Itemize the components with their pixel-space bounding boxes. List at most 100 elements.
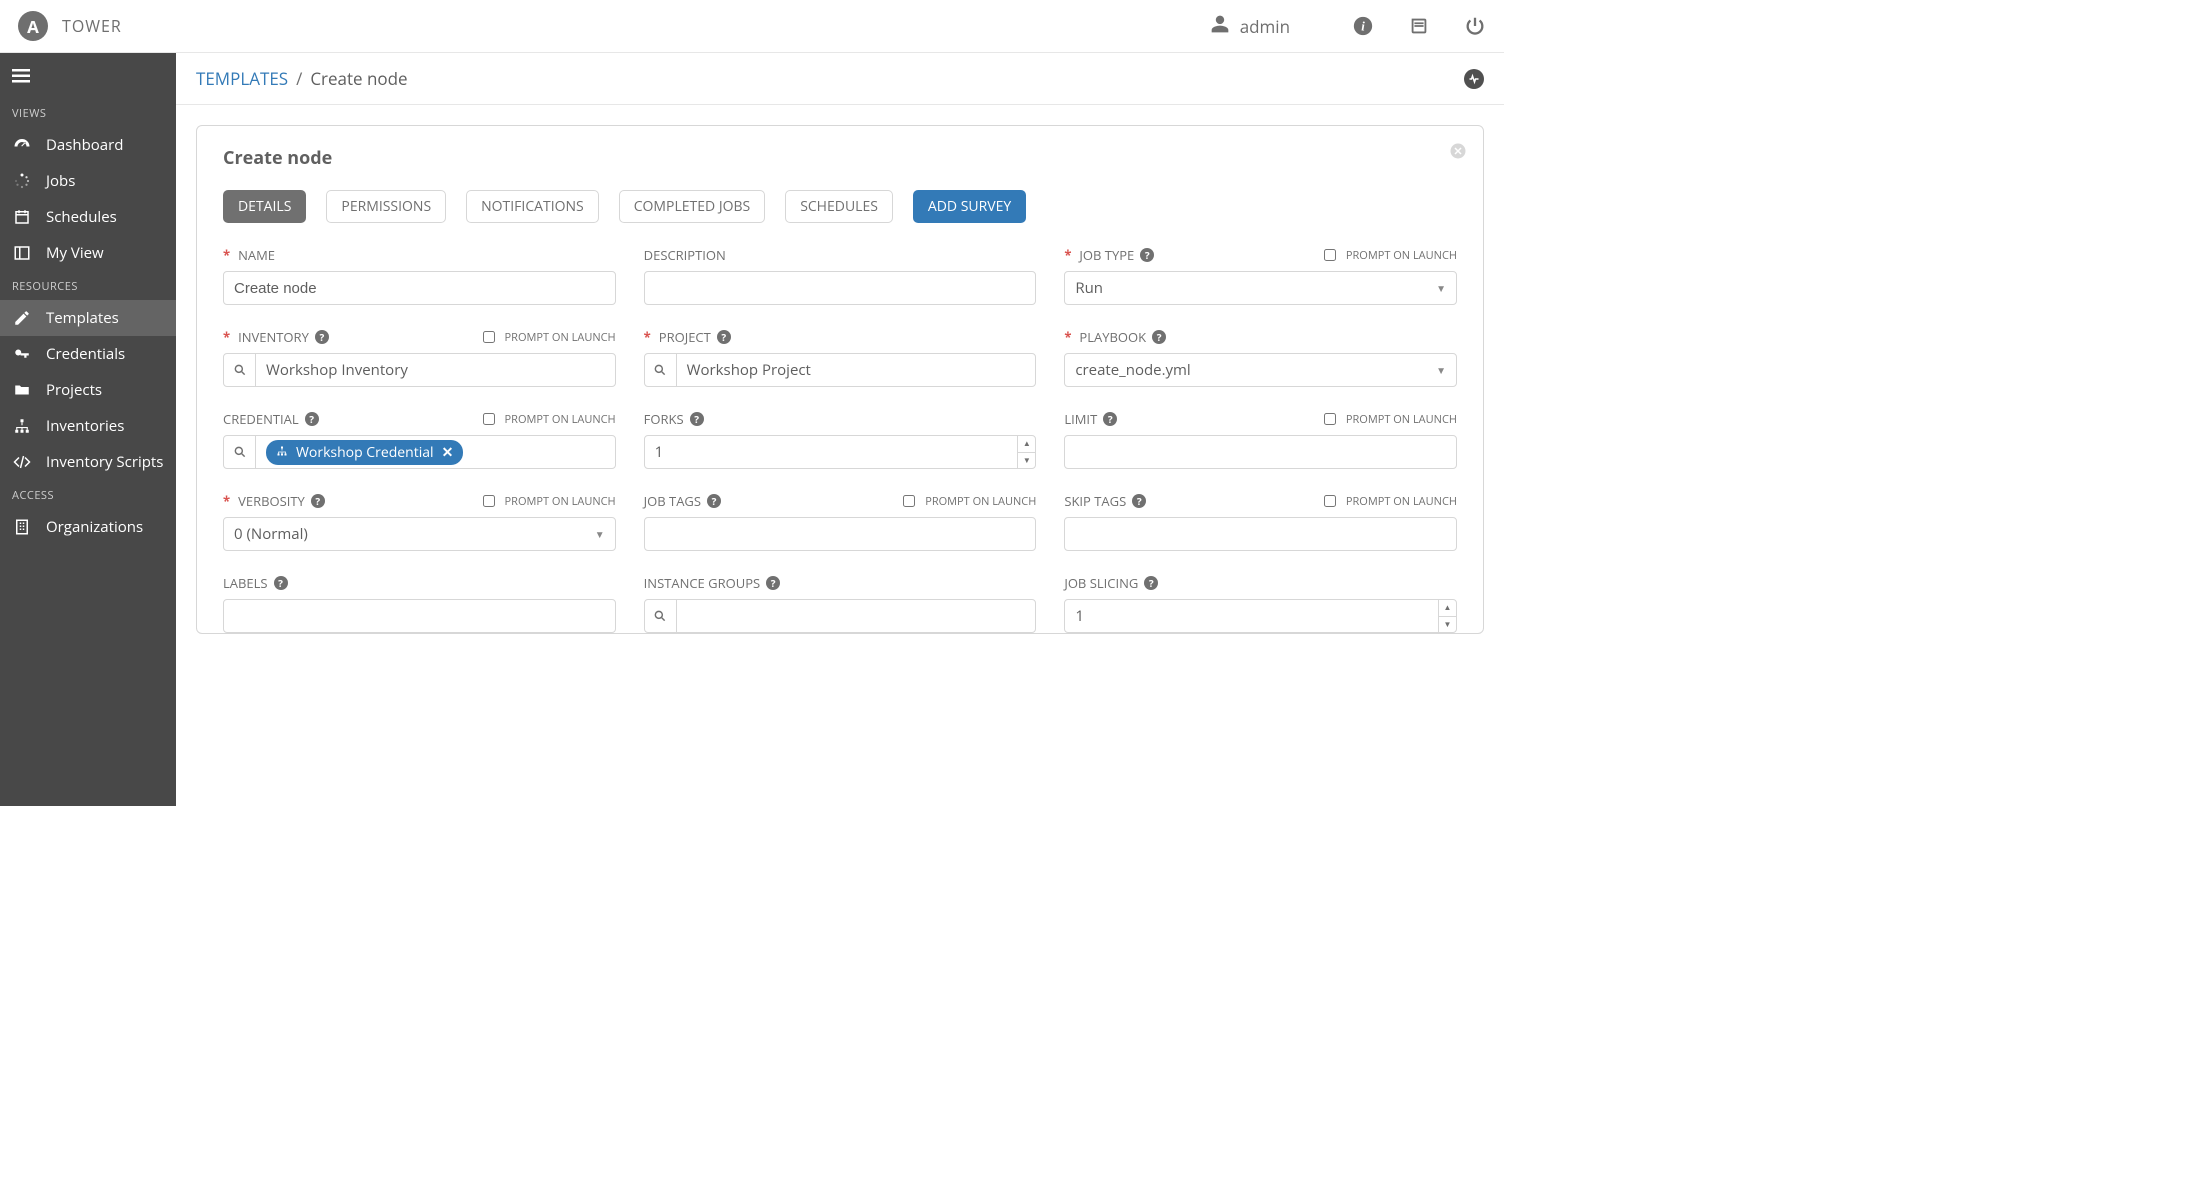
job-slicing-input[interactable]: 1 ▲ ▼	[1064, 599, 1457, 633]
username: admin	[1240, 15, 1290, 38]
instance-groups-value[interactable]	[677, 600, 1036, 632]
sitemap-icon	[276, 443, 288, 462]
tab-completed-jobs[interactable]: COMPLETED JOBS	[619, 190, 765, 223]
app-title: TOWER	[62, 15, 122, 37]
tabs-row: DETAILS PERMISSIONS NOTIFICATIONS COMPLE…	[223, 190, 1457, 223]
tab-permissions[interactable]: PERMISSIONS	[326, 190, 446, 223]
tab-notifications[interactable]: NOTIFICATIONS	[466, 190, 599, 223]
forks-value: 1	[645, 436, 1018, 468]
forks-up[interactable]: ▲	[1018, 436, 1035, 453]
help-icon[interactable]: ?	[1103, 412, 1117, 426]
user-menu[interactable]: admin	[1210, 14, 1290, 39]
breadcrumb-separator: /	[296, 67, 302, 90]
sidebar-item-templates[interactable]: Templates	[0, 300, 176, 336]
help-icon[interactable]: ?	[311, 494, 325, 508]
sidebar-item-projects[interactable]: Projects	[0, 372, 176, 408]
sidebar-item-dashboard[interactable]: Dashboard	[0, 127, 176, 163]
card-title: Create node	[223, 146, 1457, 170]
prompt-checkbox-credential[interactable]	[483, 413, 495, 425]
sidebar-item-my-view[interactable]: My View	[0, 235, 176, 271]
help-icon[interactable]: ?	[766, 576, 780, 590]
sidebar-item-inventory-scripts[interactable]: Inventory Scripts	[0, 444, 176, 480]
prompt-checkbox-inventory[interactable]	[483, 331, 495, 343]
forks-down[interactable]: ▼	[1018, 453, 1035, 469]
playbook-select[interactable]: create_node.yml ▼	[1064, 353, 1457, 387]
inventory-value[interactable]: Workshop Inventory	[256, 354, 615, 386]
description-input[interactable]	[644, 271, 1037, 305]
help-icon[interactable]: ?	[717, 330, 731, 344]
prompt-checkbox-limit[interactable]	[1324, 413, 1336, 425]
menu-toggle[interactable]	[0, 63, 176, 98]
info-icon[interactable]: i	[1352, 15, 1374, 37]
project-lookup-button[interactable]	[645, 354, 677, 386]
field-playbook: *PLAYBOOK ? create_node.yml ▼	[1064, 327, 1457, 387]
slicing-down[interactable]: ▼	[1439, 617, 1456, 633]
sidebar-item-label: Inventory Scripts	[46, 452, 163, 472]
credential-tag-container: Workshop Credential ✕	[256, 436, 615, 468]
label-job-type: JOB TYPE	[1079, 246, 1134, 264]
sidebar-item-label: Credentials	[46, 344, 125, 364]
help-icon[interactable]: ?	[315, 330, 329, 344]
field-limit: LIMIT ? PROMPT ON LAUNCH	[1064, 409, 1457, 469]
caret-down-icon: ▼	[595, 527, 605, 541]
limit-input[interactable]	[1064, 435, 1457, 469]
sidebar-item-inventories[interactable]: Inventories	[0, 408, 176, 444]
power-icon[interactable]	[1464, 15, 1486, 37]
pencil-icon	[12, 309, 32, 327]
help-icon[interactable]: ?	[1144, 576, 1158, 590]
sidebar-item-credentials[interactable]: Credentials	[0, 336, 176, 372]
help-icon[interactable]: ?	[690, 412, 704, 426]
tab-schedules[interactable]: SCHEDULES	[785, 190, 893, 223]
credential-tag[interactable]: Workshop Credential ✕	[266, 440, 463, 465]
help-icon[interactable]: ?	[707, 494, 721, 508]
verbosity-select[interactable]: 0 (Normal) ▼	[223, 517, 616, 551]
field-forks: FORKS ? 1 ▲ ▼	[644, 409, 1037, 469]
label-inventory: INVENTORY	[238, 328, 309, 346]
help-icon[interactable]: ?	[1152, 330, 1166, 344]
prompt-checkbox-verbosity[interactable]	[483, 495, 495, 507]
help-icon[interactable]: ?	[305, 412, 319, 426]
prompt-checkbox-skip-tags[interactable]	[1324, 495, 1336, 507]
help-icon[interactable]: ?	[274, 576, 288, 590]
sidebar-item-label: Schedules	[46, 207, 117, 227]
label-job-slicing: JOB SLICING	[1064, 574, 1138, 592]
job-type-select[interactable]: Run ▼	[1064, 271, 1457, 305]
inventory-lookup-button[interactable]	[224, 354, 256, 386]
help-icon[interactable]: ?	[1132, 494, 1146, 508]
sidebar: VIEWS Dashboard Jobs Schedules My View R…	[0, 53, 176, 806]
key-icon	[12, 345, 32, 363]
breadcrumb-root[interactable]: TEMPLATES	[196, 67, 288, 90]
app-logo[interactable]: A	[18, 11, 48, 41]
field-instance-groups: INSTANCE GROUPS ?	[644, 573, 1037, 633]
sidebar-item-label: My View	[46, 243, 104, 263]
close-button[interactable]	[1449, 142, 1467, 165]
credential-tag-remove[interactable]: ✕	[442, 443, 454, 462]
name-input[interactable]	[223, 271, 616, 305]
caret-down-icon: ▼	[1436, 363, 1446, 377]
prompt-checkbox-job-tags[interactable]	[903, 495, 915, 507]
sidebar-item-jobs[interactable]: Jobs	[0, 163, 176, 199]
credential-lookup-button[interactable]	[224, 436, 256, 468]
prompt-label: PROMPT ON LAUNCH	[1346, 248, 1457, 263]
label-skip-tags: SKIP TAGS	[1064, 492, 1126, 510]
sidebar-item-organizations[interactable]: Organizations	[0, 509, 176, 545]
sidebar-item-label: Inventories	[46, 416, 124, 436]
prompt-checkbox-job-type[interactable]	[1324, 249, 1336, 261]
help-icon[interactable]: ?	[1140, 248, 1154, 262]
job-type-value: Run	[1075, 278, 1103, 298]
forks-input[interactable]: 1 ▲ ▼	[644, 435, 1037, 469]
labels-input[interactable]	[223, 599, 616, 633]
activity-stream-icon[interactable]	[1464, 69, 1484, 89]
label-description: DESCRIPTION	[644, 246, 726, 264]
sidebar-item-schedules[interactable]: Schedules	[0, 199, 176, 235]
job-tags-input[interactable]	[644, 517, 1037, 551]
sidebar-item-label: Projects	[46, 380, 102, 400]
project-value[interactable]: Workshop Project	[677, 354, 1036, 386]
tab-add-survey[interactable]: ADD SURVEY	[913, 190, 1026, 223]
docs-icon[interactable]	[1408, 15, 1430, 37]
instance-groups-lookup-button[interactable]	[645, 600, 677, 632]
skip-tags-input[interactable]	[1064, 517, 1457, 551]
slicing-up[interactable]: ▲	[1439, 600, 1456, 617]
tab-details[interactable]: DETAILS	[223, 190, 306, 223]
prompt-label: PROMPT ON LAUNCH	[1346, 412, 1457, 427]
